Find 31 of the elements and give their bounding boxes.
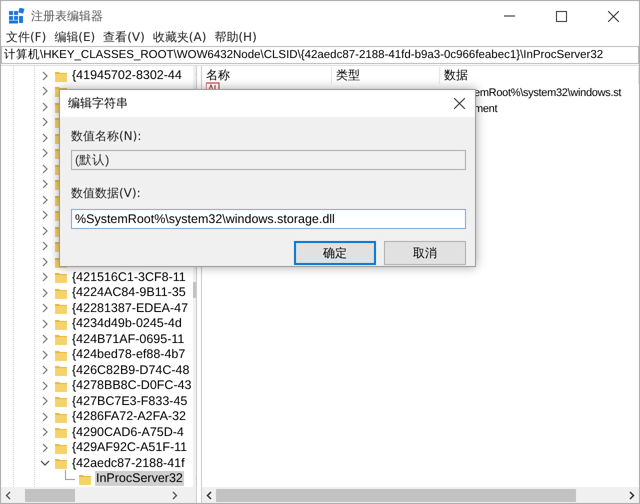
- column-header[interactable]: 类型: [332, 66, 440, 84]
- tree-item[interactable]: {424B71AF-0695-11: [71, 332, 186, 347]
- tree-item[interactable]: {4278BB8C-D0FC-43: [71, 378, 193, 394]
- tree-item[interactable]: {429AF92C-A51F-11: [71, 440, 188, 456]
- tree-item[interactable]: {427BC7E3-F833-45: [71, 394, 188, 409]
- menu-item[interactable]: 收藏夹(A): [150, 28, 210, 46]
- menu-item[interactable]: 查看(V): [100, 28, 148, 46]
- window-title: 注册表编辑器: [31, 8, 103, 24]
- tree-item[interactable]: {424bed78-ef88-4b7: [71, 347, 186, 362]
- column-header[interactable]: 数据: [440, 66, 639, 84]
- tree-item[interactable]: {4234d49b-0245-4d: [71, 316, 183, 332]
- tree-item[interactable]: {4286FA72-A2FA-32: [71, 409, 187, 424]
- tree-item[interactable]: {42281387-EDEA-47: [71, 300, 190, 316]
- dialog-title: 编辑字符串: [68, 95, 128, 112]
- address-field[interactable]: 计算机\HKEY_CLASSES_ROOT\WOW6432Node\CLSID\{42aedc87-2188-41fd-b9a3-0c966feabec1}\InProcServer32: [1, 46, 639, 64]
- tree-item[interactable]: InProcServer32: [95, 471, 184, 486]
- ok-button[interactable]: 确定: [294, 241, 376, 265]
- field-label: 数值数据(V):: [71, 185, 142, 202]
- field-label: 数值名称(N):: [71, 128, 142, 145]
- tree-item[interactable]: {4290CAD6-A75D-4: [71, 424, 185, 440]
- cancel-button[interactable]: 取消: [384, 241, 466, 265]
- tree-item[interactable]: {41945702-8302-44: [71, 68, 183, 84]
- value-data: emRoot%\system32\windows.st: [474, 87, 622, 99]
- value-data-field[interactable]: %SystemRoot%\system32\windows.storage.dll: [71, 209, 466, 229]
- menu-item[interactable]: 文件(F): [3, 28, 50, 46]
- tree-item[interactable]: {42aedc87-2188-41f: [71, 456, 186, 471]
- tree-item[interactable]: {4224AC84-9B11-35: [71, 285, 187, 300]
- tree-item[interactable]: {421516C1-3CF8-11: [71, 270, 187, 285]
- menu-item[interactable]: 编辑(E): [51, 28, 98, 46]
- tree-item[interactable]: {426C82B9-D74C-48: [71, 362, 190, 378]
- menu-item[interactable]: 帮助(H): [211, 28, 260, 46]
